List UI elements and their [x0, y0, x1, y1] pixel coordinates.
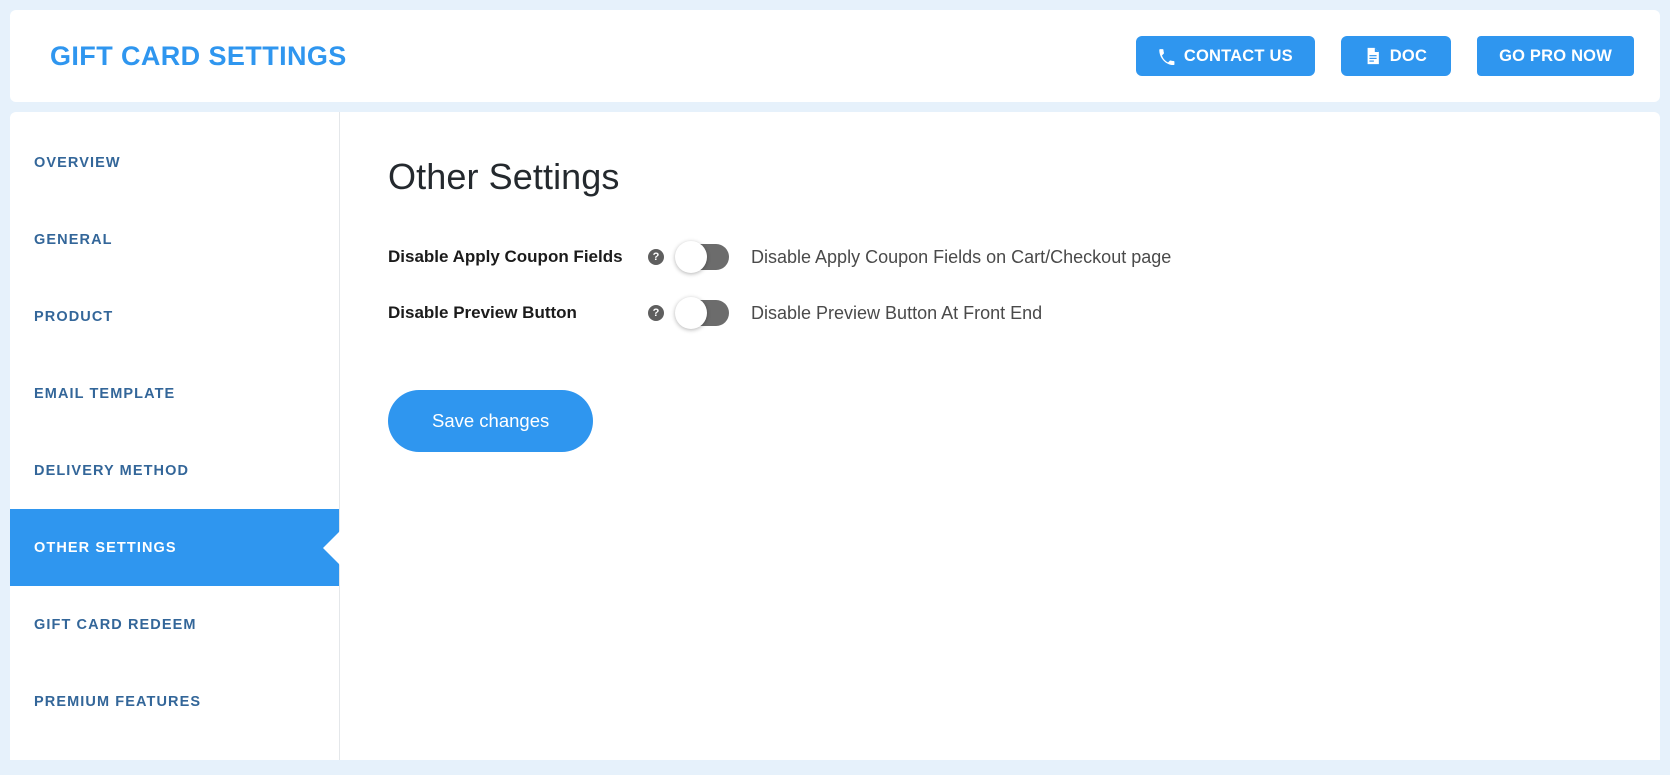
- page-title: GIFT CARD SETTINGS: [50, 40, 347, 71]
- sidebar-item-premium-features[interactable]: PREMIUM FEATURES: [10, 663, 339, 740]
- sidebar-item-label: DELIVERY METHOD: [34, 462, 190, 479]
- setting-label: Disable Apply Coupon Fields: [388, 246, 623, 266]
- toggle-knob: [675, 297, 707, 329]
- section-title: Other Settings: [388, 156, 620, 197]
- main-content: Other Settings Disable Apply Coupon Fiel…: [340, 112, 1660, 760]
- setting-description: Disable Preview Button At Front End: [751, 302, 1043, 323]
- help-icon[interactable]: ?: [648, 305, 664, 321]
- header-actions: CONTACT US DOC GO PRO NOW: [1135, 36, 1634, 76]
- sidebar-item-delivery-method[interactable]: DELIVERY METHOD: [10, 432, 339, 509]
- setting-row-disable-preview-button: Disable Preview Button ? Disable Preview…: [388, 297, 1660, 329]
- sidebar-item-label: GIFT CARD REDEEM: [34, 616, 197, 633]
- setting-control: ? Disable Apply Coupon Fields on Cart/Ch…: [648, 241, 1172, 273]
- contact-us-label: CONTACT US: [1183, 46, 1293, 65]
- doc-button[interactable]: DOC: [1340, 36, 1452, 76]
- sidebar-item-label: PREMIUM FEATURES: [34, 693, 202, 710]
- go-pro-now-button[interactable]: GO PRO NOW: [1477, 36, 1634, 76]
- help-icon[interactable]: ?: [648, 249, 664, 265]
- sidebar-item-product[interactable]: PRODUCT: [10, 278, 339, 355]
- page-root: GIFT CARD SETTINGS CONTACT US DOC GO PRO…: [0, 0, 1670, 775]
- sidebar-item-label: PRODUCT: [34, 308, 114, 325]
- sidebar-item-label: EMAIL TEMPLATE: [34, 385, 176, 402]
- sidebar-item-general[interactable]: GENERAL: [10, 201, 339, 278]
- sidebar: OVERVIEW GENERAL PRODUCT EMAIL TEMPLATE …: [10, 112, 340, 760]
- setting-label: Disable Preview Button: [388, 302, 577, 322]
- sidebar-item-label: OVERVIEW: [34, 154, 121, 171]
- setting-control: ? Disable Preview Button At Front End: [648, 297, 1043, 329]
- document-icon: [1365, 47, 1381, 65]
- setting-row-disable-apply-coupon-fields: Disable Apply Coupon Fields ? Disable Ap…: [388, 241, 1660, 273]
- doc-label: DOC: [1389, 46, 1428, 65]
- sidebar-item-email-template[interactable]: EMAIL TEMPLATE: [10, 355, 339, 432]
- body-card: OVERVIEW GENERAL PRODUCT EMAIL TEMPLATE …: [10, 112, 1660, 760]
- contact-us-button[interactable]: CONTACT US: [1135, 36, 1315, 76]
- header-bar: GIFT CARD SETTINGS CONTACT US DOC GO PRO…: [10, 10, 1660, 102]
- sidebar-item-label: GENERAL: [34, 231, 113, 248]
- sidebar-item-label: OTHER SETTINGS: [34, 539, 177, 556]
- sidebar-item-other-settings[interactable]: OTHER SETTINGS: [10, 509, 339, 586]
- setting-description: Disable Apply Coupon Fields on Cart/Chec…: [751, 246, 1172, 267]
- go-pro-now-label: GO PRO NOW: [1499, 46, 1612, 65]
- sidebar-item-overview[interactable]: OVERVIEW: [10, 124, 339, 201]
- phone-icon: [1158, 48, 1175, 65]
- toggle-disable-preview-button[interactable]: [675, 297, 729, 329]
- save-changes-button[interactable]: Save changes: [388, 390, 594, 452]
- toggle-disable-apply-coupon-fields[interactable]: [675, 241, 729, 273]
- sidebar-item-gift-card-redeem[interactable]: GIFT CARD REDEEM: [10, 586, 339, 663]
- toggle-knob: [675, 241, 707, 273]
